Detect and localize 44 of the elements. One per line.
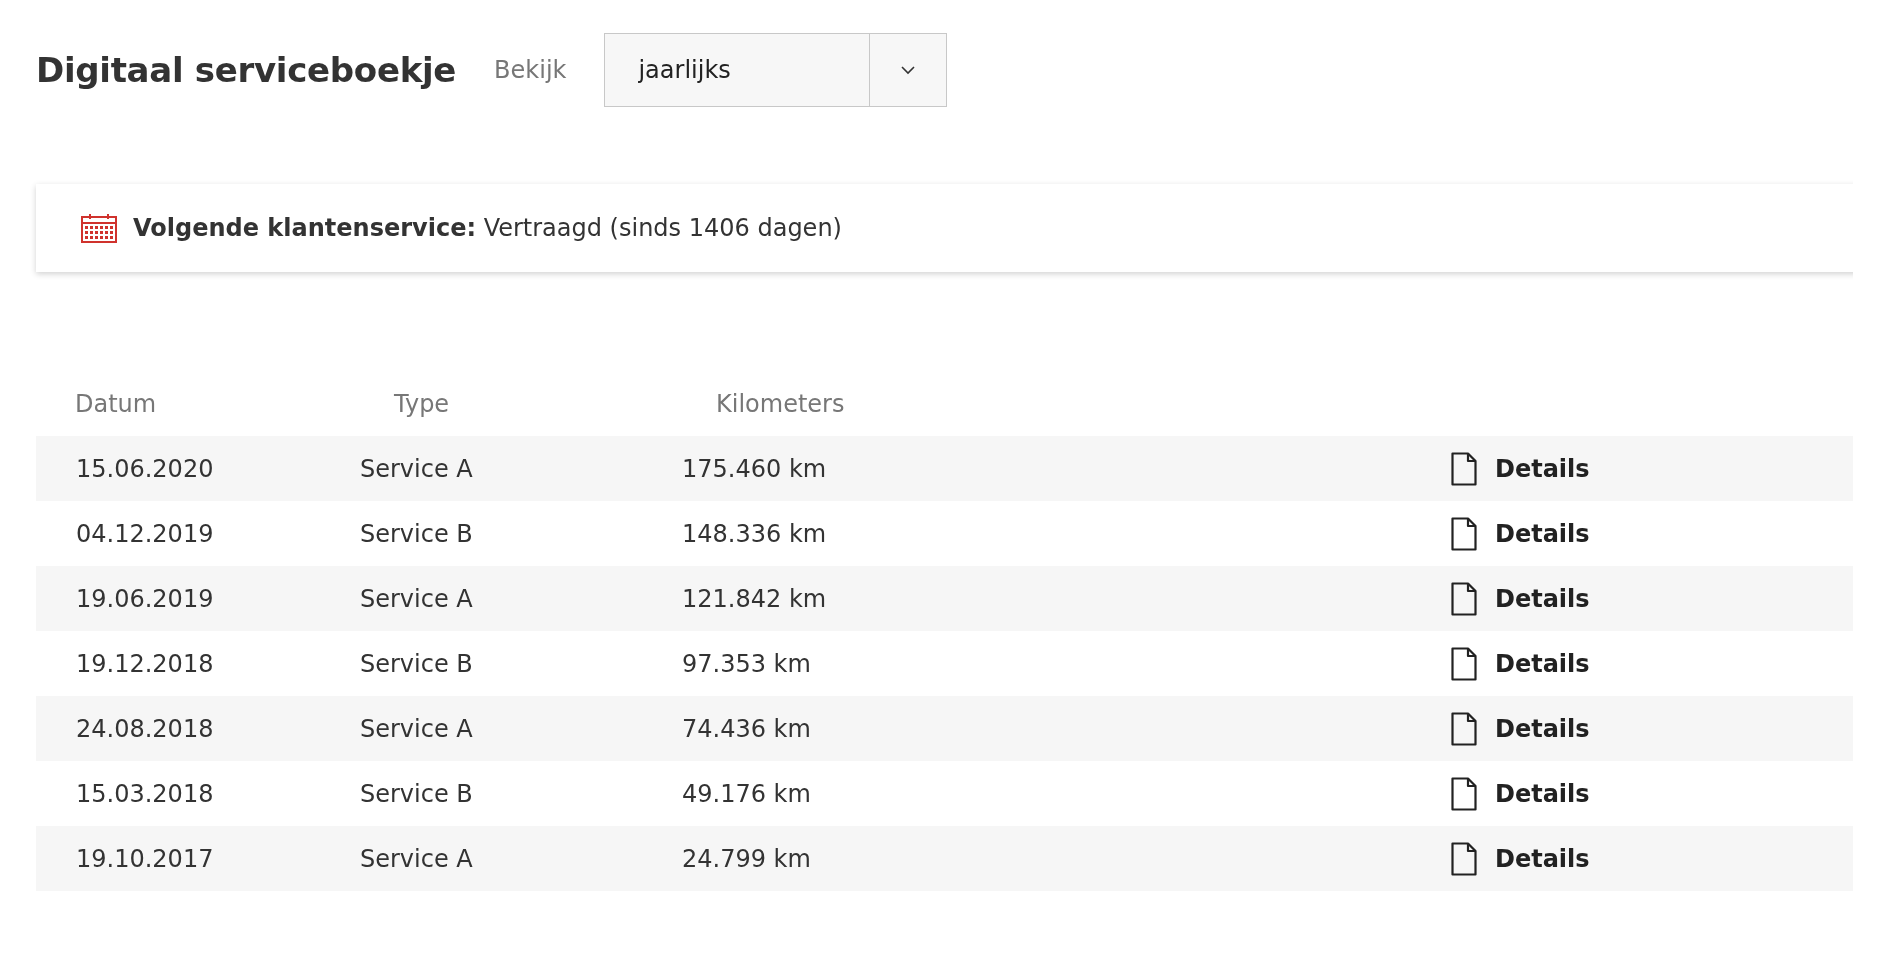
details-link[interactable]: Details xyxy=(1451,841,1590,876)
document-icon xyxy=(1451,776,1477,811)
table-cell-text: 19.12.2018 xyxy=(75,649,215,678)
chevron-down-icon xyxy=(900,65,917,75)
table-cell-text: Service A xyxy=(359,844,474,873)
table-cell-text: 121.842 km xyxy=(681,584,828,613)
column-header: Type xyxy=(393,390,451,418)
table-cell-text: Service B xyxy=(359,519,474,548)
table-cell-text: Service A xyxy=(359,584,474,613)
table-cell-text: Service B xyxy=(359,779,474,808)
details-link[interactable]: Details xyxy=(1451,451,1590,486)
page-title: Digitaal serviceboekje xyxy=(36,50,457,90)
column-header: Kilometers xyxy=(715,390,846,418)
table-cell-text: 97.353 km xyxy=(681,649,812,678)
table-cell-text: 74.436 km xyxy=(681,714,812,743)
table-cell-text: Service A xyxy=(359,714,474,743)
table-cell-text: 148.336 km xyxy=(681,519,828,548)
column-header: Datum xyxy=(74,390,158,418)
table-cell-text: 19.06.2019 xyxy=(75,584,215,613)
table-cell-text: 24.799 km xyxy=(681,844,812,873)
table-cell-text: 175.460 km xyxy=(681,454,828,483)
document-icon xyxy=(1451,581,1477,616)
view-select[interactable]: jaarlijks xyxy=(604,33,948,107)
details-link[interactable]: Details xyxy=(1451,646,1590,681)
calendar-icon xyxy=(81,213,117,243)
document-icon xyxy=(1451,646,1477,681)
table-cell-text: 19.10.2017 xyxy=(75,844,215,873)
details-link[interactable]: Details xyxy=(1451,776,1590,811)
details-link[interactable]: Details xyxy=(1451,581,1590,616)
document-icon xyxy=(1451,516,1477,551)
document-icon xyxy=(1451,451,1477,486)
table-cell-text: 15.03.2018 xyxy=(75,779,215,808)
table-cell-text: 04.12.2019 xyxy=(75,519,215,548)
service-status-text: Volgende klantenservice: Vertraagd (sinds 1406 dagen) xyxy=(133,214,842,242)
table-cell-text: Service A xyxy=(359,454,474,483)
document-icon xyxy=(1451,841,1477,876)
table-cell-text: Service B xyxy=(359,649,474,678)
table-cell-text: 24.08.2018 xyxy=(75,714,215,743)
table-cell-text: 49.176 km xyxy=(681,779,812,808)
details-link[interactable]: Details xyxy=(1451,516,1590,551)
document-icon xyxy=(1451,711,1477,746)
table-cell-text: 15.06.2020 xyxy=(75,454,215,483)
details-link[interactable]: Details xyxy=(1451,711,1590,746)
view-label: Bekijk xyxy=(494,56,567,84)
